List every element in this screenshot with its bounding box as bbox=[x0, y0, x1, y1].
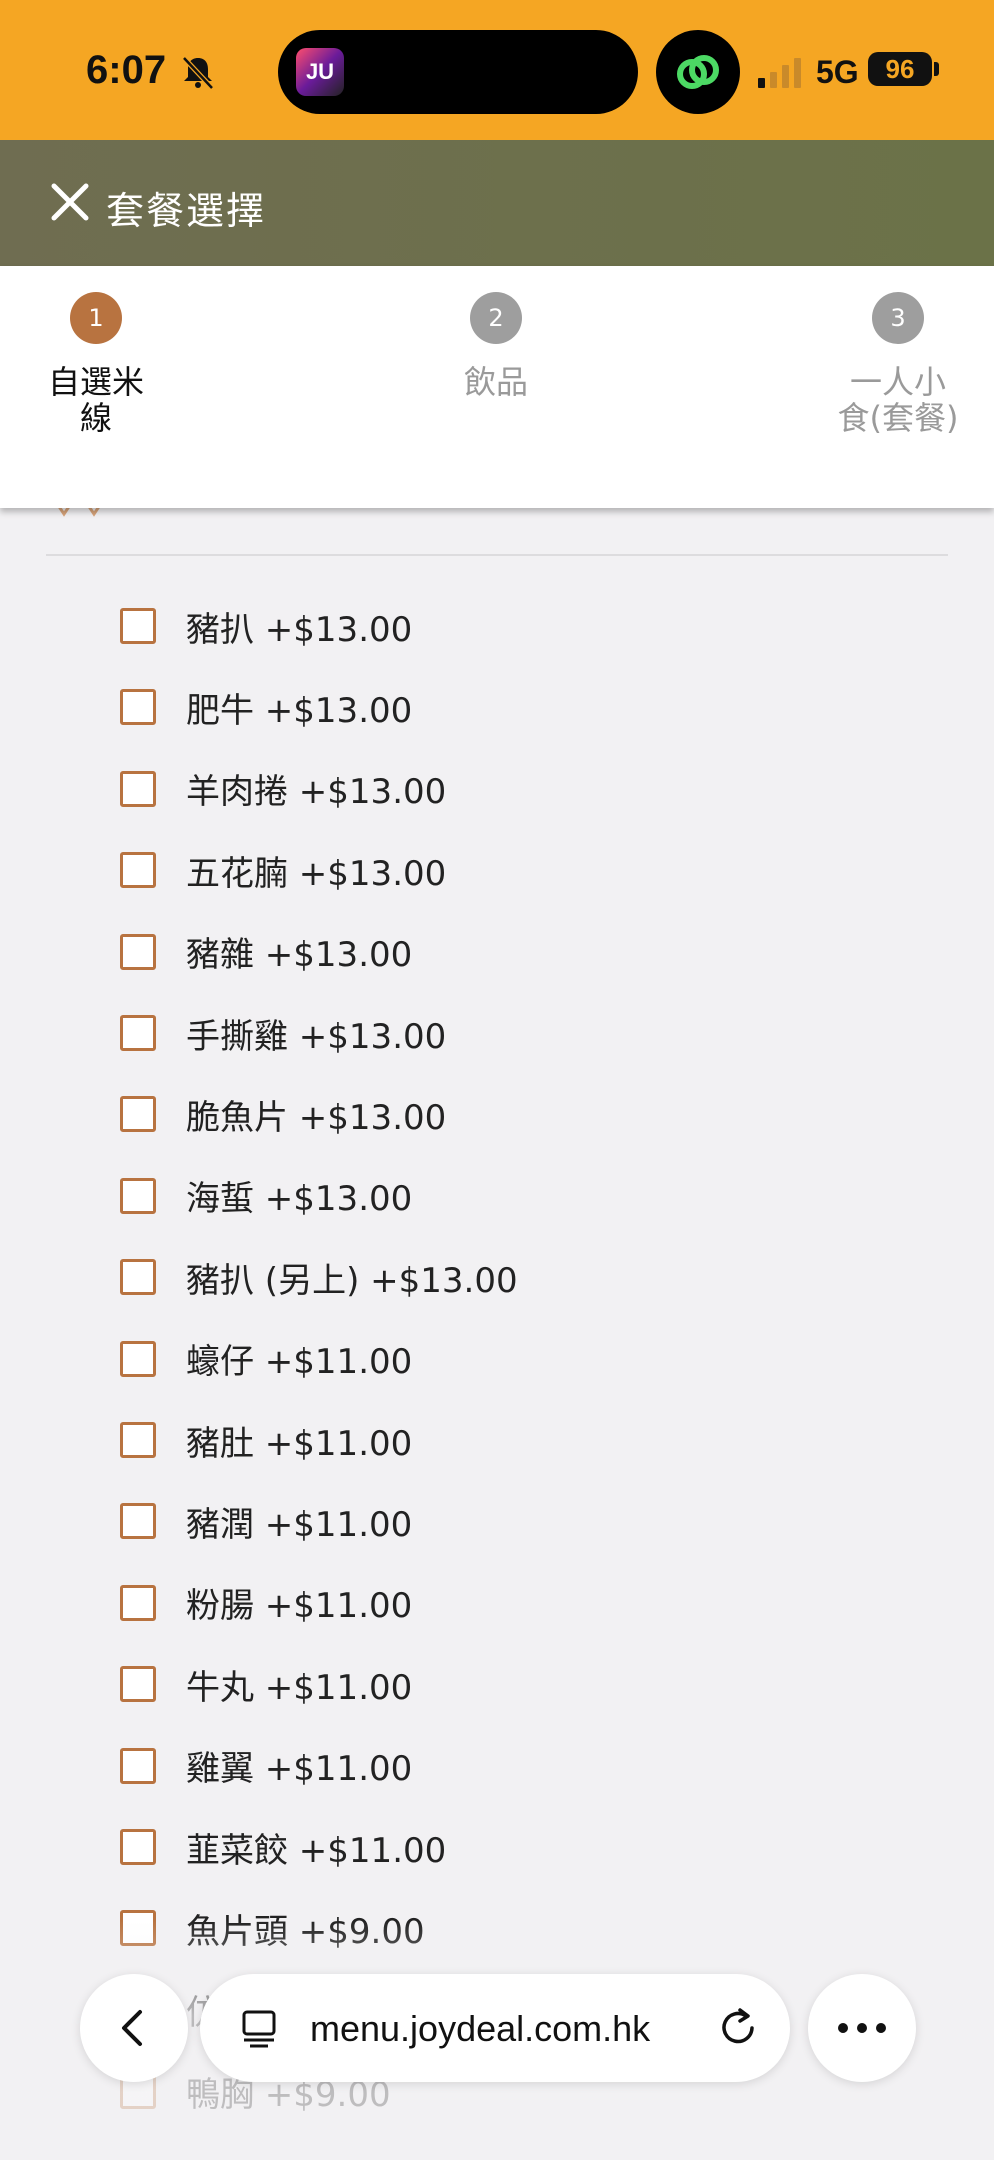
link-icon bbox=[656, 30, 740, 114]
option-list: 豬扒 +$13.00 肥牛 +$13.00 羊肉捲 +$13.00 五花腩 +$13.… bbox=[0, 508, 994, 2160]
option-row[interactable]: 肥牛 +$13.00 bbox=[120, 677, 412, 737]
header-bar: 套餐選擇 bbox=[0, 140, 994, 266]
step-1[interactable]: 1 自選米線 bbox=[36, 292, 156, 436]
option-checkbox[interactable] bbox=[120, 1584, 156, 1621]
option-label: 韮菜餃 +$11.00 bbox=[186, 1830, 447, 1871]
step-2-label: 飲品 bbox=[463, 363, 528, 401]
battery-icon: 96 bbox=[868, 52, 932, 86]
clock: 6:07 bbox=[86, 48, 167, 92]
option-label: 魚片頭 +$9.00 bbox=[186, 1911, 425, 1952]
option-label: 脆魚片 +$13.00 bbox=[186, 1097, 447, 1138]
option-checkbox[interactable] bbox=[120, 1015, 156, 1051]
option-checkbox[interactable] bbox=[120, 608, 156, 644]
address-bar[interactable]: menu.joydeal.com.hk bbox=[200, 1974, 790, 2082]
page-title: 套餐選擇 bbox=[106, 189, 267, 233]
option-label: 豬扒 +$13.00 bbox=[186, 609, 413, 650]
option-row[interactable]: 手撕雞 +$13.00 bbox=[120, 1003, 446, 1063]
option-row[interactable]: 蠔仔 +$11.00 bbox=[120, 1329, 412, 1389]
option-checkbox[interactable] bbox=[120, 933, 156, 970]
option-label: 雞翼 +$11.00 bbox=[186, 1749, 413, 1790]
app-icon: JU bbox=[296, 48, 344, 96]
option-row[interactable]: 雞翼 +$11.00 bbox=[120, 1736, 412, 1796]
bell-muted-icon bbox=[182, 56, 214, 90]
network-type: 5G bbox=[816, 54, 859, 90]
option-row[interactable]: 豬扒 +$13.00 bbox=[120, 596, 412, 656]
reload-icon[interactable] bbox=[716, 2006, 760, 2050]
option-checkbox[interactable] bbox=[120, 1829, 156, 1865]
page-menu-icon[interactable] bbox=[240, 2008, 280, 2048]
status-bar: 6:07 JU 5G 96 bbox=[0, 0, 994, 140]
option-checkbox[interactable] bbox=[120, 1340, 156, 1377]
option-label: 豬潤 +$11.00 bbox=[186, 1504, 413, 1545]
close-icon[interactable] bbox=[48, 180, 92, 224]
more-dots-icon bbox=[838, 2023, 886, 2033]
step-indicator: 1 自選米線 2 飲品 3 一人小食(套餐) bbox=[0, 266, 994, 508]
option-row[interactable]: 粉腸 +$11.00 bbox=[120, 1573, 412, 1633]
option-label: 五花腩 +$13.00 bbox=[186, 853, 447, 894]
option-label: 肥牛 +$13.00 bbox=[186, 690, 413, 731]
step-3-number: 3 bbox=[872, 292, 924, 344]
step-2-number: 2 bbox=[470, 292, 522, 344]
option-row[interactable]: 五花腩 +$13.00 bbox=[120, 840, 446, 900]
option-label: 豬肚 +$11.00 bbox=[186, 1423, 413, 1464]
option-checkbox[interactable] bbox=[120, 852, 156, 889]
battery-tip bbox=[934, 62, 939, 76]
option-label: 豬扒 (另上) +$13.00 bbox=[186, 1260, 518, 1301]
step-3-label: 一人小食(套餐) bbox=[837, 363, 959, 437]
step-1-label: 自選米線 bbox=[47, 363, 144, 437]
option-row[interactable]: 脆魚片 +$13.00 bbox=[120, 1084, 446, 1144]
dynamic-island: JU bbox=[278, 30, 638, 114]
option-row[interactable]: 豬扒 (另上) +$13.00 bbox=[120, 1247, 518, 1307]
option-row[interactable]: 魚片頭 +$9.00 bbox=[120, 1898, 425, 1958]
more-button[interactable] bbox=[808, 1974, 916, 2082]
option-checkbox[interactable] bbox=[120, 1096, 156, 1133]
option-label: 粉腸 +$11.00 bbox=[186, 1586, 413, 1627]
option-row[interactable]: 豬雜 +$13.00 bbox=[120, 922, 412, 982]
option-checkbox[interactable] bbox=[120, 1910, 156, 1947]
option-checkbox[interactable] bbox=[120, 689, 156, 726]
option-checkbox[interactable] bbox=[120, 770, 156, 807]
step-2[interactable]: 2 飲品 bbox=[436, 292, 556, 400]
option-row[interactable]: 羊肉捲 +$13.00 bbox=[120, 759, 446, 819]
option-row[interactable]: 豬潤 +$11.00 bbox=[120, 1491, 412, 1551]
section-chevron-icon bbox=[58, 508, 100, 517]
option-checkbox[interactable] bbox=[120, 1259, 156, 1296]
option-label: 手撕雞 +$13.00 bbox=[186, 1016, 447, 1057]
option-checkbox[interactable] bbox=[120, 1422, 156, 1458]
option-label: 蠔仔 +$11.00 bbox=[186, 1342, 413, 1383]
step-3[interactable]: 3 一人小食(套餐) bbox=[836, 292, 960, 436]
step-1-number: 1 bbox=[70, 292, 122, 344]
option-row[interactable]: 韮菜餃 +$11.00 bbox=[120, 1817, 446, 1877]
option-row[interactable]: 牛丸 +$11.00 bbox=[120, 1654, 412, 1714]
option-label: 海蜇 +$13.00 bbox=[186, 1179, 413, 1220]
option-checkbox[interactable] bbox=[120, 1747, 156, 1784]
chevron-left-icon bbox=[122, 2010, 142, 2046]
option-label: 羊肉捲 +$13.00 bbox=[186, 772, 447, 813]
option-label: 牛丸 +$11.00 bbox=[186, 1667, 413, 1708]
signal-icon bbox=[758, 58, 801, 88]
option-row[interactable]: 海蜇 +$13.00 bbox=[120, 1166, 412, 1226]
option-checkbox[interactable] bbox=[120, 1503, 156, 1540]
option-row[interactable]: 豬肚 +$11.00 bbox=[120, 1410, 412, 1470]
option-checkbox[interactable] bbox=[120, 1666, 156, 1703]
url-text: menu.joydeal.com.hk bbox=[310, 2008, 651, 2049]
option-checkbox[interactable] bbox=[120, 1177, 156, 1214]
back-button[interactable] bbox=[80, 1974, 188, 2082]
option-label: 豬雜 +$13.00 bbox=[186, 935, 413, 976]
divider bbox=[46, 554, 948, 556]
